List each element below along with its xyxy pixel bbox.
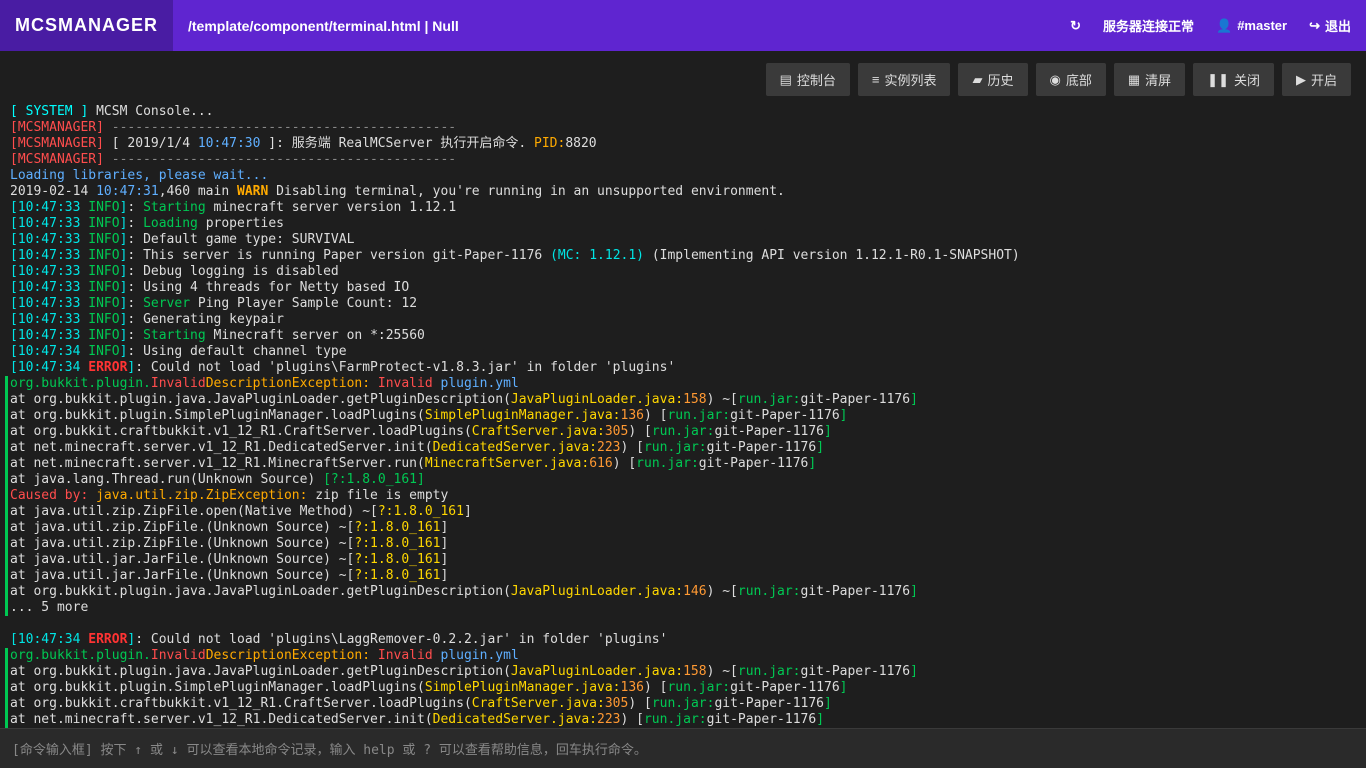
toolbar: ▤控制台 ≡实例列表 ▰历史 ◉底部 ▦清屏 ❚❚关闭 ▶开启 — [0, 51, 1366, 104]
refresh-icon[interactable]: ↻ — [1070, 18, 1081, 34]
console-icon: ▤ — [780, 72, 792, 88]
top-bar: MCSMANAGER /template/component/terminal.… — [0, 0, 1366, 51]
bottom-button[interactable]: ◉底部 — [1036, 63, 1106, 96]
play-icon: ▶ — [1296, 72, 1306, 88]
close-button[interactable]: ❚❚关闭 — [1193, 63, 1274, 96]
user-menu[interactable]: 👤#master — [1216, 18, 1287, 34]
logo[interactable]: MCSMANAGER — [0, 0, 173, 51]
clear-button[interactable]: ▦清屏 — [1114, 63, 1185, 96]
terminal-output[interactable]: [ SYSTEM ] MCSM Console... [MCSMANAGER] … — [0, 104, 1366, 764]
flag-icon: ▰ — [972, 72, 982, 88]
command-input[interactable]: [命令输入框] 按下 ↑ 或 ↓ 可以查看本地命令记录，输入 help 或 ? … — [0, 728, 1366, 768]
breadcrumb: /template/component/terminal.html | Null — [188, 18, 459, 34]
history-button[interactable]: ▰历史 — [958, 63, 1027, 96]
target-icon: ◉ — [1050, 72, 1061, 88]
grid-icon: ▦ — [1128, 72, 1140, 88]
console-button[interactable]: ▤控制台 — [766, 63, 850, 96]
list-icon: ≡ — [872, 72, 880, 87]
server-status[interactable]: 服务器连接正常 — [1103, 16, 1194, 35]
user-icon: 👤 — [1216, 18, 1232, 34]
logout-button[interactable]: ↪退出 — [1309, 16, 1351, 35]
logout-icon: ↪ — [1309, 18, 1320, 34]
pause-icon: ❚❚ — [1207, 72, 1229, 88]
open-button[interactable]: ▶开启 — [1282, 63, 1351, 96]
instances-button[interactable]: ≡实例列表 — [858, 63, 951, 96]
